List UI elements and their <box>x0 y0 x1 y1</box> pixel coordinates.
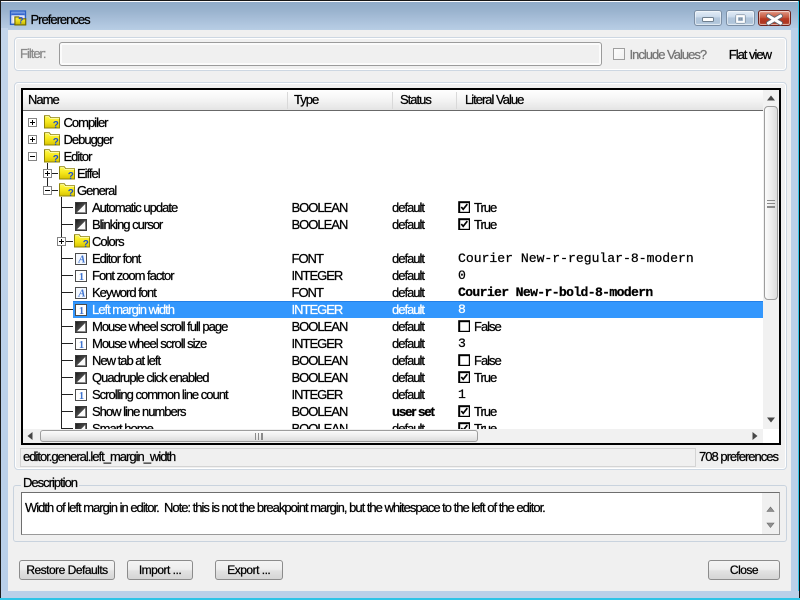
svg-text:?: ? <box>52 153 58 162</box>
svg-text:A: A <box>77 254 85 264</box>
svg-text:?: ? <box>52 136 58 145</box>
svg-text:?: ? <box>18 16 23 26</box>
svg-text:?: ? <box>52 119 58 128</box>
svg-text:?: ? <box>67 170 73 179</box>
svg-text:A: A <box>77 288 85 298</box>
svg-text:?: ? <box>67 187 73 196</box>
svg-text:?: ? <box>82 238 88 247</box>
